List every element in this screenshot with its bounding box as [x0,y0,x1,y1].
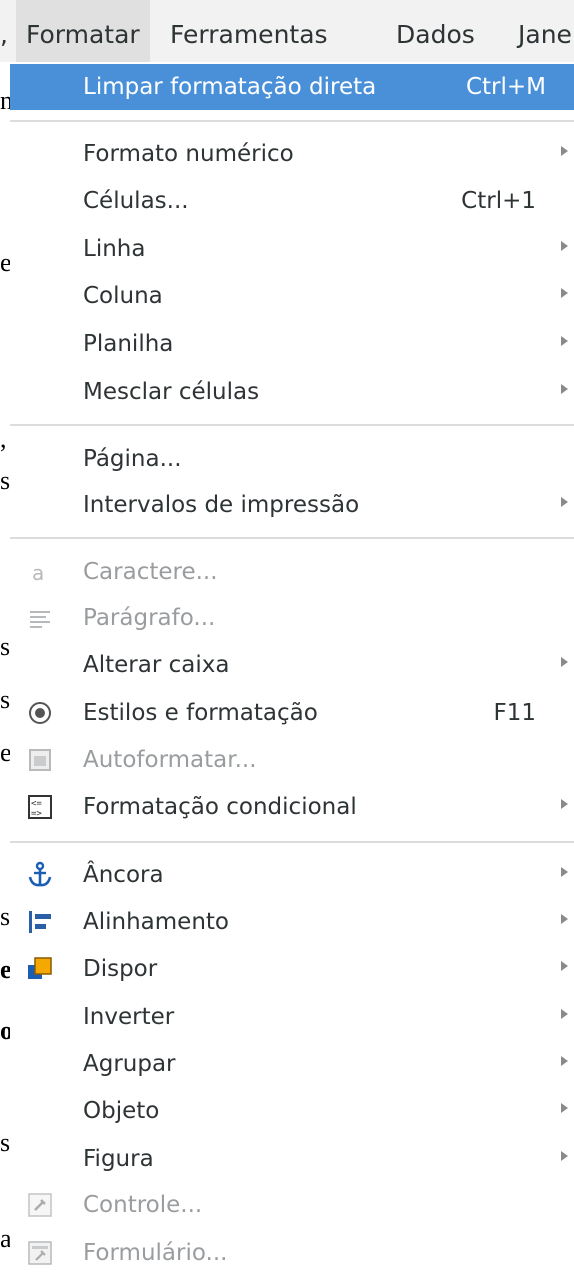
submenu-arrow-icon [561,867,568,877]
menu-separator [10,120,574,122]
menubar-item-formatar[interactable]: Formatar [16,0,150,62]
menubar-item-dados[interactable]: Dados [386,0,485,62]
menu-item-form[interactable]: Formulário... [10,1230,574,1276]
menu-item-page[interactable]: Página... [10,436,574,482]
submenu-arrow-icon [561,1103,568,1113]
menu-item-label: Formato numérico [83,141,294,167]
menu-item-shortcut: F11 [493,700,537,726]
document-text-fragment: , [0,424,7,453]
submenu-arrow-icon [561,497,568,507]
menu-item-shortcut: Ctrl+1 [461,188,536,214]
menu-item-label: Linha [83,236,146,262]
arrange-icon [28,957,52,979]
menu-item-object[interactable]: Objeto [10,1088,574,1134]
menu-item-flip[interactable]: Inverter [10,994,574,1040]
submenu-arrow-icon [561,384,568,394]
menu-item-label: Objeto [83,1098,160,1124]
menu-item-print-ranges[interactable]: Intervalos de impressão [10,482,574,528]
menu-item-control[interactable]: Controle... [10,1182,574,1228]
menu-item-label: Mesclar células [83,379,260,405]
menu-item-label: Formulário... [83,1240,228,1266]
menu-item-number-format[interactable]: Formato numérico [10,131,574,177]
menu-item-clear-direct-formatting[interactable]: Limpar formatação direta Ctrl+M [10,64,574,110]
menu-item-label: Limpar formatação direta [83,74,377,100]
menu-item-sheet[interactable]: Planilha [10,321,574,367]
submenu-arrow-icon [561,961,568,971]
menu-item-character[interactable]: a Caractere... [10,549,574,595]
menu-item-autoformat[interactable]: Autoformatar... [10,737,574,783]
document-text-fragment: s [0,902,11,931]
menu-item-label: Dispor [83,956,158,982]
menu-item-label: Parágrafo... [83,605,216,631]
submenu-arrow-icon [561,1009,568,1019]
menu-item-label: Caractere... [83,559,218,585]
submenu-arrow-icon [561,914,568,924]
menubar-prev-item[interactable]: , [0,0,8,62]
submenu-arrow-icon [561,336,568,346]
document-text-fragment: s [0,1128,11,1157]
menubar-item-janela[interactable]: Jane [508,0,574,62]
document-text-fragment: s [0,632,11,661]
formatar-menu: Limpar formatação direta Ctrl+M Formato … [10,62,574,1272]
menu-item-label: Formatação condicional [83,794,357,820]
menu-item-merge-cells[interactable]: Mesclar células [10,369,574,415]
menu-item-label: Figura [83,1146,154,1172]
menu-item-row[interactable]: Linha [10,226,574,272]
menu-item-label: Estilos e formatação [83,700,318,726]
anchor-icon [28,861,52,887]
menu-separator [10,537,574,539]
menu-item-label: Agrupar [83,1051,176,1077]
conditional-format-icon: <= => [28,795,52,819]
menu-item-styles-and-formatting[interactable]: Estilos e formatação F11 [10,690,574,736]
menu-item-column[interactable]: Coluna [10,273,574,319]
autoformat-icon [29,749,51,771]
menubar-item-ferramentas[interactable]: Ferramentas [160,0,338,62]
paragraph-icon [30,611,50,628]
submenu-arrow-icon [561,288,568,298]
menu-item-image[interactable]: Figura [10,1136,574,1182]
document-text-fragment: s [0,466,11,495]
submenu-arrow-icon [561,241,568,251]
menu-item-alignment[interactable]: Alinhamento [10,899,574,945]
menu-separator [10,841,574,843]
menu-item-conditional-formatting[interactable]: <= => Formatação condicional [10,784,574,830]
menu-separator [10,424,574,426]
menu-item-anchor[interactable]: Âncora [10,852,574,898]
menu-item-paragraph[interactable]: Parágrafo... [10,595,574,641]
menu-item-arrange[interactable]: Dispor [10,946,574,992]
menu-item-label: Âncora [83,862,164,888]
menu-item-cells[interactable]: Células... Ctrl+1 [10,178,574,224]
styles-icon [29,702,51,724]
submenu-arrow-icon [561,146,568,156]
submenu-arrow-icon [561,799,568,809]
menu-item-label: Controle... [83,1192,203,1218]
submenu-arrow-icon [561,1151,568,1161]
menu-item-label: Células... [83,188,189,214]
menu-item-group[interactable]: Agrupar [10,1041,574,1087]
menu-item-label: Intervalos de impressão [83,492,360,518]
form-icon [28,1241,52,1265]
menu-item-label: Alinhamento [83,909,229,935]
character-icon: a [32,561,44,585]
menu-item-label: Coluna [83,283,163,309]
menu-item-label: Inverter [83,1004,175,1030]
menu-item-label: Alterar caixa [83,652,230,678]
menu-item-label: Planilha [83,331,174,357]
svg-text:<=: <= [31,799,42,809]
menu-item-change-case[interactable]: Alterar caixa [10,642,574,688]
align-icon [29,911,51,933]
svg-text:=>: => [31,809,42,819]
document-text-fragment: s [0,685,11,714]
menu-item-label: Autoformatar... [83,747,257,773]
control-icon [28,1193,52,1217]
svg-text:a: a [32,561,44,585]
menu-item-label: Página... [83,446,182,472]
submenu-arrow-icon [561,1056,568,1066]
menu-bar: , Formatar Ferramentas Dados Jane [0,0,574,62]
submenu-arrow-icon [561,657,568,667]
menu-item-shortcut: Ctrl+M [465,74,546,100]
